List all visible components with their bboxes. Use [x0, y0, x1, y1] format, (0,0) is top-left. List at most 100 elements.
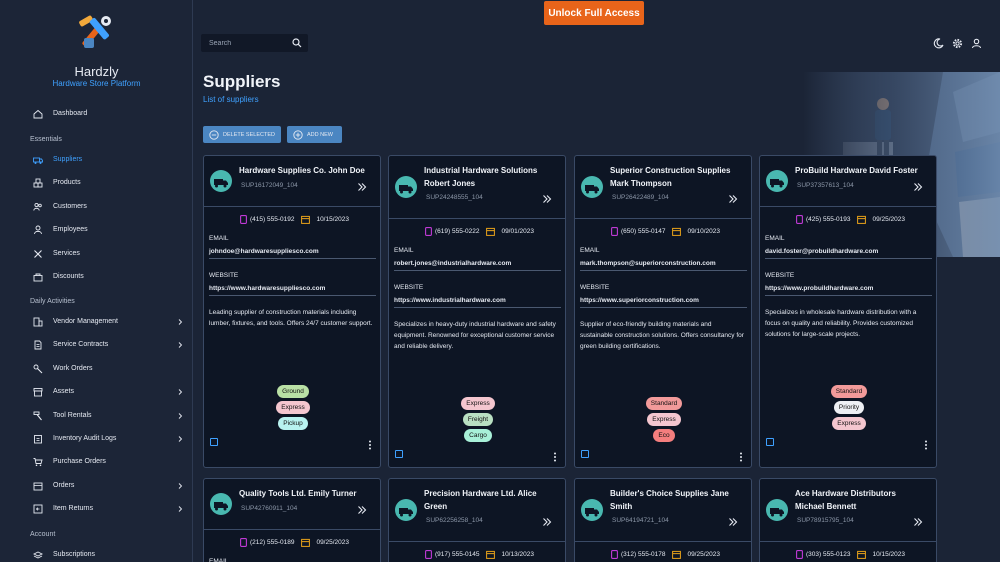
card-divider [389, 541, 565, 542]
sidebar-item-label: Subscriptions [53, 551, 96, 558]
sidebar-item-vendor-management[interactable]: Vendor Management [0, 312, 192, 332]
sidebar-item-assets[interactable]: Assets [0, 382, 192, 402]
select-checkbox[interactable] [581, 450, 589, 458]
user-account-icon[interactable] [971, 38, 982, 49]
email-value[interactable]: johndoe@hardwaresuppliesco.com [209, 248, 319, 255]
email-value[interactable]: david.foster@probuildhardware.com [765, 248, 878, 255]
phone-number: (312) 555-0178 [621, 551, 666, 558]
supplier-card[interactable]: Precision Hardware Ltd. Alice Green SUP62… [388, 478, 566, 562]
email-value[interactable]: robert.jones@industrialhardware.com [394, 260, 511, 267]
website-value[interactable]: https://www.hardwaresuppliesco.com [209, 285, 325, 292]
more-options-icon[interactable] [923, 440, 929, 450]
calendar-icon [486, 227, 496, 236]
sidebar-item-suppliers[interactable]: Suppliers [0, 150, 192, 170]
supplier-id: SUP64194721_104 [612, 517, 669, 524]
archive-icon [33, 388, 43, 397]
email-label: EMAIL [765, 235, 785, 242]
wrench-icon [33, 364, 43, 374]
sidebar-item-tool-rentals[interactable]: Tool Rentals [0, 406, 192, 426]
email-underline [209, 258, 376, 259]
building-icon [33, 317, 43, 327]
date-block: 10/13/2023 [486, 550, 534, 559]
supplier-card[interactable]: ProBuild Hardware David Foster SUP3735761… [759, 155, 937, 468]
hammer-icon [33, 411, 42, 420]
page-subtitle: List of suppliers [203, 95, 259, 104]
chevron-right-icon [178, 319, 183, 325]
delete-selected-button[interactable]: Delete Selected [203, 126, 281, 143]
add-new-button[interactable]: Add New [287, 126, 342, 143]
more-options-icon[interactable] [738, 452, 744, 462]
search-icon[interactable] [292, 38, 302, 48]
supplier-card[interactable]: Ace Hardware Distributors Michael Bennet… [759, 478, 937, 562]
supplier-avatar-icon [581, 176, 603, 198]
open-details-icon[interactable] [728, 517, 738, 527]
add-new-label: Add New [307, 131, 333, 138]
sidebar-item-item-returns[interactable]: Item Returns [0, 499, 192, 519]
sidebar-item-label: Employees [53, 226, 88, 234]
supplier-avatar-icon [581, 499, 603, 521]
open-details-icon[interactable] [913, 517, 923, 527]
sidebar-item-customers[interactable]: Customers [0, 197, 192, 217]
supplier-description: Specializes in heavy-duty industrial har… [394, 321, 556, 350]
website-value[interactable]: https://www.industrialhardware.com [394, 297, 506, 304]
sidebar-item-label: Work Orders [53, 364, 93, 372]
sidebar-item-subscriptions[interactable]: Subscriptions [0, 545, 192, 562]
supplier-avatar-icon [210, 170, 232, 192]
contact-row: (415) 555-0192 10/15/2023 [240, 215, 349, 224]
select-checkbox[interactable] [395, 450, 403, 458]
supplier-description: Leading supplier of construction materia… [209, 309, 373, 327]
plus-circle-icon [293, 129, 303, 140]
sidebar-item-label: Dashboard [53, 110, 88, 117]
more-options-icon[interactable] [367, 440, 373, 450]
dark-mode-icon[interactable] [933, 38, 944, 49]
contact-row: (650) 555-0147 09/10/2023 [611, 227, 720, 236]
supplier-card[interactable]: Superior Construction Supplies Mark Thom… [574, 155, 752, 468]
open-details-icon[interactable] [542, 517, 552, 527]
website-label: WEBSITE [394, 284, 424, 291]
website-underline [580, 307, 747, 308]
select-checkbox[interactable] [766, 438, 774, 446]
date-block: 09/10/2023 [672, 227, 720, 236]
unlock-full-access-button[interactable]: Unlock Full Access [544, 1, 644, 25]
phone-icon [425, 227, 432, 236]
website-value[interactable]: https://www.probuildhardware.com [765, 285, 873, 292]
open-details-icon[interactable] [542, 194, 552, 204]
sidebar-item-dashboard[interactable]: Dashboard [0, 104, 192, 124]
date-block: 09/25/2023 [857, 215, 905, 224]
website-underline [209, 295, 376, 296]
sidebar-item-products[interactable]: Products [0, 173, 192, 193]
sidebar-item-employees[interactable]: Employees [0, 220, 192, 240]
phone-number: (650) 555-0147 [621, 228, 666, 235]
open-details-icon[interactable] [913, 182, 923, 192]
supplier-card[interactable]: Builder's Choice Supplies Jane Smith SUP6… [574, 478, 752, 562]
shipping-tag: Eco [653, 429, 675, 442]
sidebar-item-label: Orders [53, 481, 75, 489]
sidebar-item-orders[interactable]: Orders [0, 476, 192, 496]
search-input[interactable] [209, 39, 289, 47]
sidebar-item-work-orders[interactable]: Work Orders [0, 359, 192, 379]
shipping-tag: Ground [277, 385, 309, 398]
open-details-icon[interactable] [728, 194, 738, 204]
calendar-icon [672, 227, 682, 236]
sidebar-item-inventory-audit-logs[interactable]: Inventory Audit Logs [0, 429, 192, 449]
return-icon [33, 504, 43, 514]
supplier-card[interactable]: Hardware Supplies Co. John Doe SUP1617204… [203, 155, 381, 468]
email-underline [580, 270, 747, 271]
sidebar-item-label: Purchase Orders [53, 458, 106, 466]
sidebar-item-discounts[interactable]: Discounts [0, 267, 192, 287]
supplier-card[interactable]: Quality Tools Ltd. Emily Turner SUP427609… [203, 478, 381, 562]
calendar-icon [301, 215, 311, 224]
sidebar-item-services[interactable]: Services [0, 244, 192, 264]
supplier-card[interactable]: Industrial Hardware Solutions Robert Jon… [388, 155, 566, 468]
date-block: 09/25/2023 [672, 550, 720, 559]
open-details-icon[interactable] [357, 505, 367, 515]
phone-number: (619) 555-0222 [435, 228, 480, 235]
open-details-icon[interactable] [357, 182, 367, 192]
select-checkbox[interactable] [210, 438, 218, 446]
sidebar-item-purchase-orders[interactable]: Purchase Orders [0, 452, 192, 472]
more-options-icon[interactable] [552, 452, 558, 462]
website-value[interactable]: https://www.superiorconstruction.com [580, 297, 699, 304]
gear-icon[interactable] [952, 38, 963, 49]
sidebar-item-service-contracts[interactable]: Service Contracts [0, 335, 192, 355]
email-value[interactable]: mark.thompson@superiorconstruction.com [580, 260, 716, 267]
